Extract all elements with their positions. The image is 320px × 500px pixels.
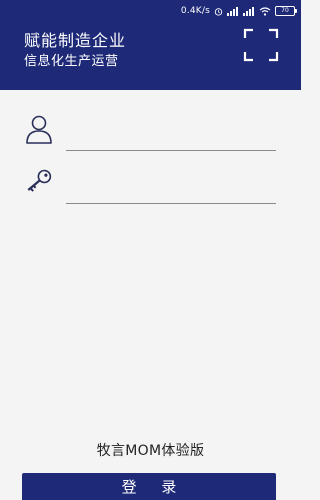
user-icon [22,111,56,145]
alarm-icon [214,7,223,16]
login-screen: 0.4K/s 70 赋能制造企业 信息化生产运营 牧言MOM体验版 登 录 [0,0,301,500]
signal-icon [227,6,239,16]
scan-frame-icon[interactable] [243,28,279,62]
version-label: 牧言MOM体验版 [96,443,205,459]
username-input[interactable] [66,117,276,145]
password-field [22,164,276,204]
status-bar: 0.4K/s 70 [180,0,297,22]
login-button[interactable]: 登 录 [22,473,276,500]
header-title: 赋能制造企业 [24,31,127,50]
app-header: 0.4K/s 70 赋能制造企业 信息化生产运营 [0,0,301,90]
password-input[interactable] [66,170,276,198]
battery-icon: 70 [275,6,297,16]
username-underline [66,150,276,151]
username-field [22,111,276,151]
wifi-icon [259,6,271,16]
key-icon [22,164,56,198]
header-subtitle: 信息化生产运营 [24,54,119,69]
signal-icon-2 [243,6,255,16]
network-speed: 0.4K/s [180,6,210,16]
password-underline [66,203,276,204]
